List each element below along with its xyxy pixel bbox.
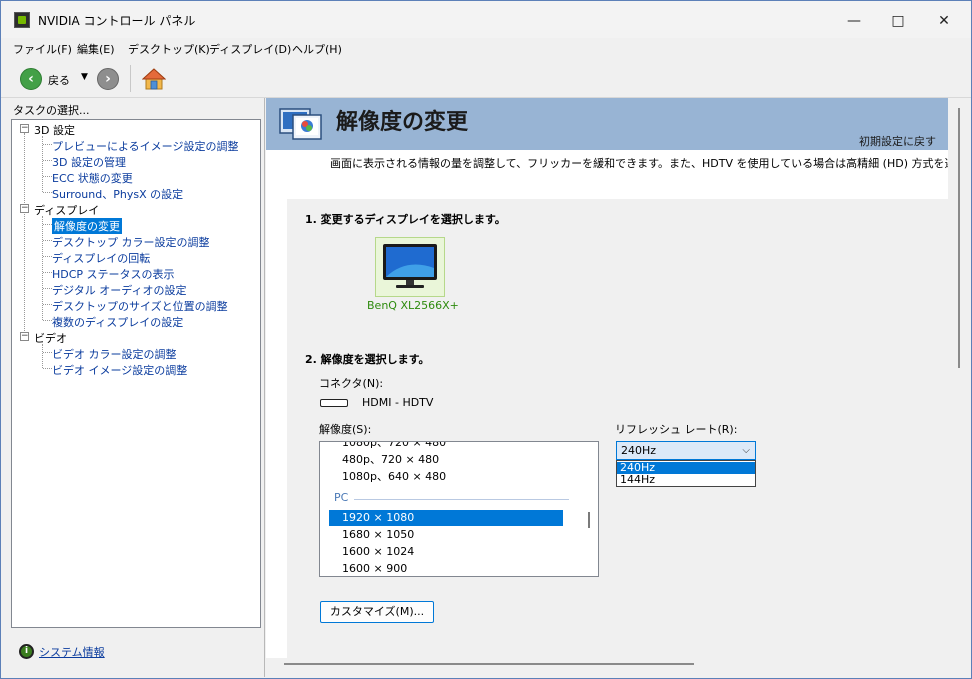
tree-item-digital-audio[interactable]: デジタル オーディオの設定 [52,282,187,298]
menu-file[interactable]: ファイル(F) [13,41,72,57]
history-dropdown-icon[interactable]: ▼ [81,72,88,82]
resolution-list-scrollbar[interactable] [588,512,590,528]
task-tree: − 3D 設定 プレビューによるイメージ設定の調整 3D 設定の管理 ECC 状… [11,119,261,628]
tree-connector [43,144,52,145]
refresh-rate-selected-value: 240Hz [621,444,657,457]
resolution-label: 解像度(S): [319,423,372,436]
tree-connector [43,160,52,161]
page-header: 解像度の変更 初期設定に戻す [266,98,948,150]
list-item[interactable]: 480p、720 × 480 [329,452,563,468]
tree-connector [43,288,52,289]
close-button[interactable]: ✕ [921,7,967,35]
tree-branch-line [42,344,43,368]
list-item[interactable]: 1080p、640 × 480 [329,469,563,485]
tree-item-hdcp-status[interactable]: HDCP ステータスの表示 [52,266,175,282]
group-divider [354,499,569,500]
tree-item-multiple-displays[interactable]: 複数のディスプレイの設定 [52,314,183,330]
display-resolution-icon [279,108,322,140]
home-icon[interactable] [142,67,166,91]
forward-arrow-icon[interactable]: › [97,68,119,90]
hdmi-connector-icon [320,399,348,407]
nvidia-app-icon [14,12,30,28]
tree-item-ecc-state[interactable]: ECC 状態の変更 [52,170,133,186]
page-description: 画面に表示される情報の量を調整して、フリッカーを緩和できます。また、HDTV を… [330,157,948,170]
resolution-group-pc: PC [334,491,349,504]
refresh-rate-options-popup: 240Hz 144Hz [616,460,756,487]
connector-label: コネクタ(N): [319,377,384,390]
tree-item-desktop-size-position[interactable]: デスクトップのサイズと位置の調整 [52,298,228,314]
tree-item-video-color[interactable]: ビデオ カラー設定の調整 [52,346,177,362]
tree-connector [43,352,52,353]
toolbar: ‹ 戻る ▼ › [1,58,971,98]
settings-area: 1. 変更するディスプレイを選択します。 BenQ XL2566X+ 2. 解像… [287,199,948,658]
tree-item-manage-3d-settings[interactable]: 3D 設定の管理 [52,154,126,170]
section-select-display-heading: 1. 変更するディスプレイを選択します。 [305,213,506,226]
tree-connector [43,256,52,257]
tree-connector [43,368,52,369]
tree-item-change-resolution[interactable]: 解像度の変更 [52,218,122,234]
list-item[interactable]: 1600 × 900 [329,561,563,576]
customize-button[interactable]: カスタマイズ(M)... [320,601,434,623]
collapse-video-icon[interactable]: − [20,332,29,341]
connector-value: HDMI - HDTV [362,396,434,409]
refresh-option-144hz[interactable]: 144Hz [617,474,755,486]
tree-connector [43,224,52,225]
system-info-link[interactable]: システム情報 [39,644,105,660]
refresh-rate-select[interactable]: 240Hz ⌵ [616,441,756,460]
back-button-label[interactable]: 戻る [48,72,70,88]
tree-connector [43,192,52,193]
tree-connector [43,176,52,177]
restore-defaults-link[interactable]: 初期設定に戻す [859,133,936,149]
vertical-scroll-thumb[interactable] [958,108,960,368]
collapse-display-icon[interactable]: − [20,204,29,213]
minimize-button[interactable]: — [831,7,877,35]
refresh-rate-label: リフレッシュ レート(R): [615,423,738,436]
task-sidebar: タスクの選択... − 3D 設定 プレビューによるイメージ設定の調整 3D 設… [1,98,265,677]
page-title: 解像度の変更 [336,110,469,135]
collapse-3d-settings-icon[interactable]: − [20,124,29,133]
tree-connector [43,272,52,273]
task-selection-title: タスクの選択... [13,104,90,117]
main-horizontal-scrollbar[interactable] [266,658,948,677]
main-content: 解像度の変更 初期設定に戻す 画面に表示される情報の量を調整して、フリッカーを緩… [266,98,948,658]
display-tile-benq[interactable] [375,237,445,297]
tree-item-preview-image-settings[interactable]: プレビューによるイメージ設定の調整 [52,138,238,154]
menu-bar: ファイル(F) 編集(E) デスクトップ(K) ディスプレイ(D) ヘルプ(H) [1,38,971,58]
back-arrow-icon[interactable]: ‹ [20,68,42,90]
tree-category-display[interactable]: ディスプレイ [34,202,99,218]
monitor-icon [383,244,437,288]
menu-edit[interactable]: 編集(E) [77,41,115,57]
maximize-button[interactable]: □ [875,7,921,35]
system-info-icon[interactable]: i [19,644,34,659]
menu-display[interactable]: ディスプレイ(D) [209,41,291,57]
menu-help[interactable]: ヘルプ(H) [292,41,342,57]
tree-connector [43,304,52,305]
window-title: NVIDIA コントロール パネル [38,14,196,28]
chevron-down-icon[interactable]: ⌵ [742,442,750,459]
section-select-resolution-heading: 2. 解像度を選択します。 [305,353,430,366]
display-name-label[interactable]: BenQ XL2566X+ [367,299,459,312]
list-item[interactable]: 1080p、720 × 480 [329,442,563,451]
tree-item-rotate-display[interactable]: ディスプレイの回転 [52,250,150,266]
nvidia-control-panel-window: NVIDIA コントロール パネル — □ ✕ ファイル(F) 編集(E) デス… [0,0,972,679]
list-item[interactable]: 1680 × 1050 [329,527,563,543]
title-bar: NVIDIA コントロール パネル — □ ✕ [1,1,971,38]
list-item[interactable]: 1600 × 1024 [329,544,563,560]
horizontal-scroll-thumb[interactable] [284,663,694,665]
resolution-listbox[interactable]: 1080p、720 × 480 480p、720 × 480 1080p、640… [319,441,599,577]
menu-desktop[interactable]: デスクトップ(K) [128,41,210,57]
tree-item-desktop-color[interactable]: デスクトップ カラー設定の調整 [52,234,210,250]
tree-category-video[interactable]: ビデオ [34,330,67,346]
tree-item-surround-physx[interactable]: Surround、PhysX の設定 [52,186,183,202]
tree-connector [43,320,52,321]
tree-connector [43,240,52,241]
toolbar-separator [130,65,131,92]
tree-item-video-image[interactable]: ビデオ イメージ設定の調整 [52,362,187,378]
tree-root-line [24,133,25,341]
main-vertical-scrollbar[interactable] [948,98,971,658]
list-item-selected[interactable]: 1920 × 1080 [329,510,563,526]
tree-category-3d-settings[interactable]: 3D 設定 [34,122,75,138]
